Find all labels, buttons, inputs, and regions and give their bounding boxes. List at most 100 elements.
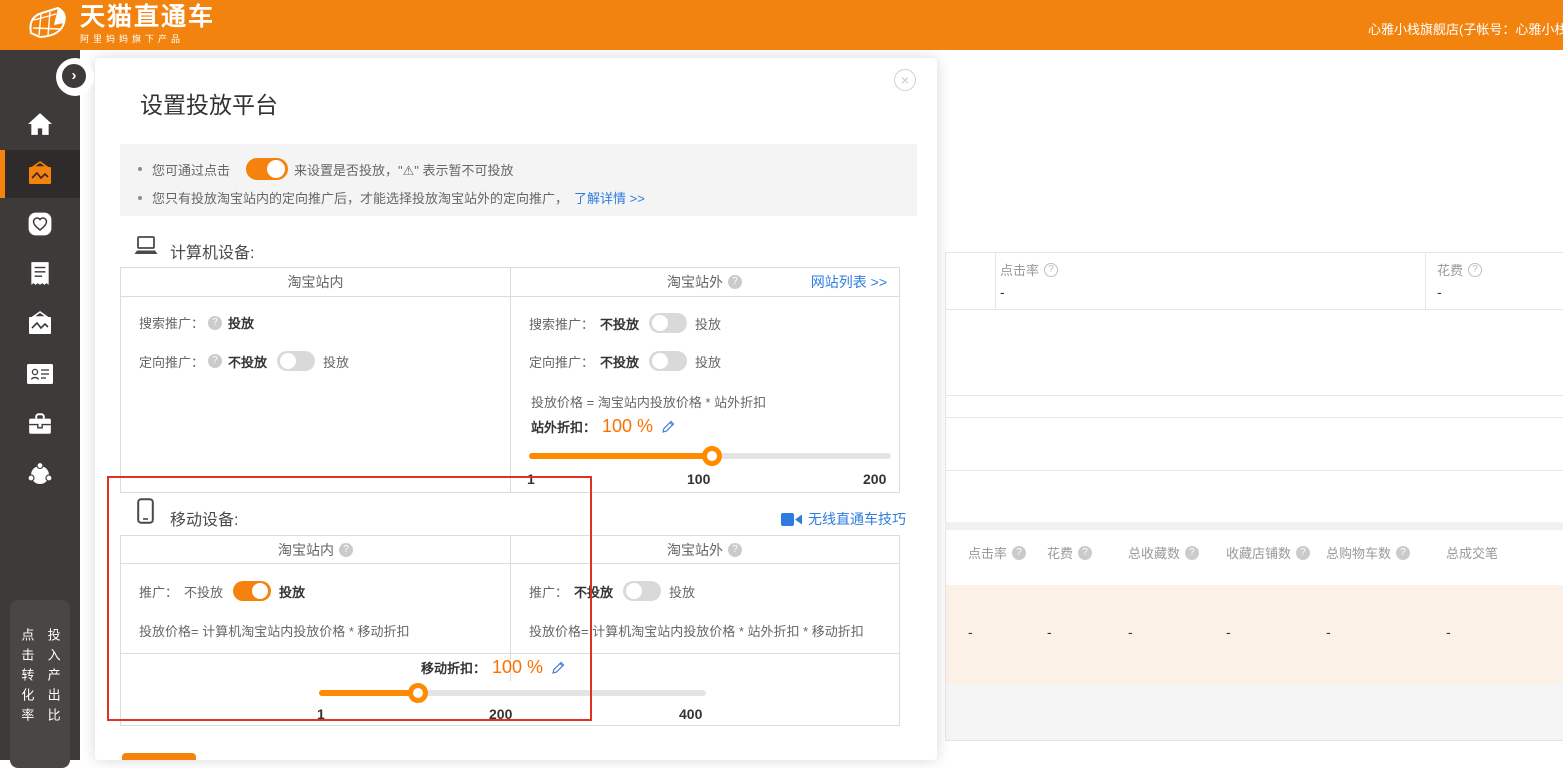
toggle-knob	[252, 583, 268, 599]
divider	[995, 252, 996, 309]
computer-in-target-row: 定向推广： ? 不投放 投放	[139, 351, 349, 371]
state-text: 不投放	[600, 352, 639, 371]
col-header-cost: 花费?	[1047, 543, 1092, 562]
notice-text: 您可通过点击	[152, 160, 230, 179]
metric-clickconv-label: 点击转化率	[17, 628, 36, 768]
computer-in-target-toggle[interactable]	[277, 351, 315, 371]
sidebar: ›	[0, 50, 80, 760]
discount-label: 移动折扣：	[421, 658, 486, 677]
mobile-in-promo-row: 推广： 不投放 投放	[139, 581, 305, 601]
cell-value: -	[1326, 624, 1331, 640]
account-name[interactable]: 心雅小栈旗舰店(子帐号：心雅小栈	[1368, 19, 1563, 38]
favorites-heart-icon	[27, 211, 53, 237]
toggle-knob	[652, 315, 668, 331]
row-label: 搜索推广：	[139, 313, 204, 332]
sidebar-item-account[interactable]	[0, 352, 80, 396]
help-icon[interactable]: ?	[1078, 546, 1092, 560]
active-indicator	[0, 150, 5, 198]
example-toggle[interactable]	[246, 158, 288, 180]
mobile-out-promo-toggle[interactable]	[623, 581, 661, 601]
mobile-taobao-out-header: 淘宝站外 ?	[510, 536, 899, 563]
logo-title: 天猫直通车	[80, 4, 215, 30]
edit-pencil-icon[interactable]	[551, 660, 566, 675]
help-icon[interactable]: ?	[1468, 263, 1482, 277]
divider	[945, 395, 1563, 396]
help-icon[interactable]: ?	[1396, 546, 1410, 560]
notice-line-2: 您只有投放淘宝站内的定向推广后，才能选择投放淘宝站外的定向推广， 了解详情 >>	[138, 188, 645, 207]
help-icon[interactable]: ?	[1044, 263, 1058, 277]
col-header-shopfavs: 收藏店铺数?	[1226, 543, 1310, 562]
sidebar-item-home[interactable]	[0, 102, 80, 146]
mobile-table: 淘宝站内 ? 淘宝站外 ? 推广： 不投放 投放 投放价格= 计算机淘宝站内投放…	[120, 535, 900, 726]
slider-fill	[319, 690, 418, 696]
help-icon[interactable]: ?	[339, 543, 353, 557]
row-label: 定向推广：	[529, 352, 594, 371]
confirm-button[interactable]	[122, 753, 196, 760]
network-icon	[26, 461, 54, 487]
slider-min-label: 1	[527, 471, 535, 487]
phone-icon	[137, 498, 154, 524]
help-icon[interactable]: ?	[728, 275, 742, 289]
divider	[945, 417, 1563, 418]
on-label: 投放	[695, 352, 721, 371]
sidebar-metrics-panel[interactable]: 点击转化率 投入产出比	[10, 600, 70, 768]
logo[interactable]: 天猫直通车 阿里妈妈旗下产品	[26, 4, 215, 45]
topbar: 天猫直通车 阿里妈妈旗下产品 心雅小栈旗舰店(子帐号：心雅小栈	[0, 0, 1563, 50]
computer-out-price-formula: 投放价格 = 淘宝站内投放价格 * 站外折扣	[531, 392, 766, 411]
cell-value: -	[968, 624, 973, 640]
sidebar-item-campaign-active[interactable]	[0, 150, 80, 198]
divider	[510, 268, 511, 492]
expand-arrow-icon[interactable]: ›	[60, 62, 88, 90]
campaign-icon	[26, 161, 54, 187]
stat-label-text: 点击率	[1000, 260, 1039, 279]
sidebar-item-report[interactable]	[0, 252, 80, 296]
state-text: 不投放	[600, 314, 639, 333]
sidebar-item-favorites[interactable]	[0, 202, 80, 246]
slider-handle[interactable]	[408, 683, 428, 703]
table-row-highlight[interactable]	[946, 585, 1563, 684]
mobile-discount-slider[interactable]	[319, 690, 706, 696]
website-list-link[interactable]: 网站列表 >>	[811, 272, 887, 292]
on-label: 投放	[669, 582, 695, 601]
col-header-deals: 总成交笔	[1446, 543, 1498, 562]
wireless-tips-link[interactable]: 无线直通车技巧	[808, 509, 906, 529]
state-text: 不投放	[574, 582, 613, 601]
mobile-in-promo-toggle[interactable]	[233, 581, 271, 601]
learn-more-link[interactable]: 了解详情 >>	[574, 188, 645, 207]
computer-taobao-out-header: 淘宝站外 ? 网站列表 >>	[510, 268, 899, 296]
col-header-carts: 总购物车数?	[1326, 543, 1410, 562]
table-row[interactable]	[946, 684, 1563, 741]
on-label: 投放	[695, 314, 721, 333]
slider-mid-label: 100	[687, 471, 710, 487]
sidebar-item-creative[interactable]	[0, 302, 80, 346]
computer-out-discount-slider[interactable]	[529, 453, 891, 459]
wireless-tips-link-wrap: 无线直通车技巧	[781, 509, 906, 529]
help-icon[interactable]: ?	[1012, 546, 1026, 560]
row-label: 推广：	[529, 582, 568, 601]
edit-pencil-icon[interactable]	[661, 419, 676, 434]
close-icon[interactable]: ×	[894, 69, 916, 91]
help-icon[interactable]: ?	[208, 316, 222, 330]
help-icon[interactable]: ?	[208, 354, 222, 368]
help-icon[interactable]: ?	[728, 543, 742, 557]
help-icon[interactable]: ?	[1296, 546, 1310, 560]
discount-value: 100 %	[492, 657, 543, 678]
cell-value: -	[1128, 624, 1133, 640]
notice-text: 来设置是否投放，"⚠" 表示暂不可投放	[294, 160, 514, 179]
divider	[1425, 252, 1426, 309]
train-logo-icon	[26, 5, 70, 45]
stat-cost-value: -	[1437, 284, 1442, 300]
slider-handle[interactable]	[702, 446, 722, 466]
help-icon[interactable]: ?	[1185, 546, 1199, 560]
metric-roi-label: 投入产出比	[44, 628, 63, 768]
discount-label: 站外折扣：	[531, 417, 596, 436]
sidebar-item-tools[interactable]	[0, 402, 80, 446]
computer-out-target-row: 定向推广： 不投放 投放	[529, 351, 721, 371]
computer-out-target-toggle[interactable]	[649, 351, 687, 371]
computer-out-search-toggle[interactable]	[649, 313, 687, 333]
slider-mid-label: 200	[489, 706, 512, 722]
notice-box: 您可通过点击 来设置是否投放，"⚠" 表示暂不可投放 您只有投放淘宝站内的定向推…	[120, 144, 917, 216]
computer-out-search-row: 搜索推广： 不投放 投放	[529, 313, 721, 333]
mobile-in-price-formula: 投放价格= 计算机淘宝站内投放价格 * 移动折扣	[139, 621, 410, 640]
sidebar-item-network[interactable]	[0, 452, 80, 496]
